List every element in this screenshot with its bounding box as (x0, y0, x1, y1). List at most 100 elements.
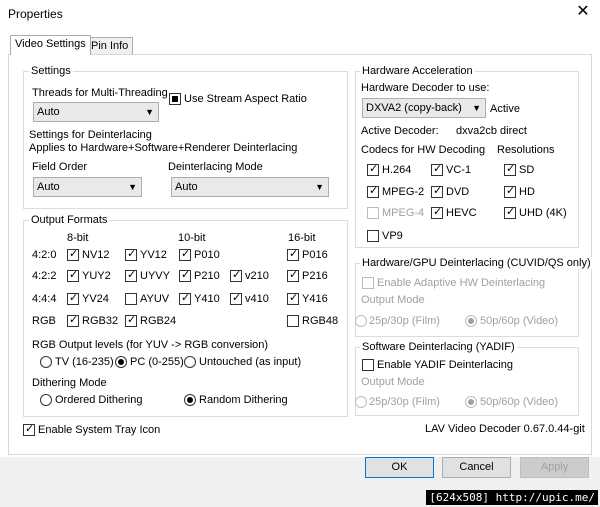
threads-value: Auto (37, 106, 60, 118)
rgb-levels-label: RGB Output levels (for YUV -> RGB conver… (32, 339, 269, 351)
checkmark-icon: ✓ (506, 185, 516, 197)
row-label-422: 4:2:2 (32, 270, 57, 282)
apply-button[interactable]: Apply (520, 457, 589, 478)
threads-label: Threads for Multi-Threading (32, 87, 168, 99)
deint-mode-label: Deinterlacing Mode (168, 161, 263, 173)
pc-levels-radio[interactable] (115, 356, 127, 368)
p010-checkbox[interactable]: ✓ (179, 248, 191, 261)
vc1-label: VC-1 (446, 164, 472, 176)
mpeg2-checkbox[interactable]: ✓ (367, 185, 379, 198)
pc-levels-label: PC (0-255) (130, 356, 184, 368)
yadif-checkbox[interactable] (362, 359, 374, 371)
settings-group-label: Settings (29, 65, 73, 77)
y410-checkbox[interactable]: ✓ (179, 292, 191, 305)
hw-decoder-status: Active (490, 103, 520, 115)
untouched-levels-radio[interactable] (184, 356, 196, 368)
hw-decoder-label: Hardware Decoder to use: (361, 82, 490, 94)
checkmark-icon: ✓ (181, 248, 191, 260)
vc1-checkbox[interactable]: ✓ (431, 163, 443, 176)
checkmark-icon: ✓ (289, 248, 299, 260)
checkmark-icon: ✓ (127, 248, 137, 260)
uhd-checkbox[interactable]: ✓ (504, 206, 516, 219)
aspect-ratio-checkbox[interactable] (169, 93, 181, 105)
v410-checkbox[interactable]: ✓ (230, 292, 242, 305)
tab-video-settings[interactable]: Video Settings (10, 35, 91, 55)
close-icon[interactable]: ✕ (574, 3, 592, 21)
deint-mode-value: Auto (175, 181, 198, 193)
dvd-label: DVD (446, 186, 470, 198)
checkmark-icon: ✓ (232, 269, 242, 281)
hd-checkbox[interactable]: ✓ (504, 185, 516, 198)
v210-checkbox[interactable]: ✓ (230, 269, 242, 282)
p010-label: P010 (194, 249, 220, 261)
sd-label: SD (519, 164, 535, 176)
tv-levels-radio[interactable] (40, 356, 52, 368)
checkmark-icon: ✓ (181, 269, 191, 281)
rgb24-checkbox[interactable]: ✓ (125, 314, 137, 327)
checkmark-icon: ✓ (232, 292, 242, 304)
y416-checkbox[interactable]: ✓ (287, 292, 299, 305)
hw-video-radio[interactable] (465, 315, 477, 327)
sw-output-mode-label: Output Mode (361, 376, 425, 388)
vp9-checkbox[interactable] (367, 230, 379, 242)
hw-film-radio[interactable] (355, 315, 367, 327)
deint-mode-select[interactable]: Auto ▼ (171, 177, 329, 197)
rgb48-checkbox[interactable] (287, 315, 299, 327)
field-order-value: Auto (37, 181, 60, 193)
ordered-dither-radio[interactable] (40, 394, 52, 406)
checkmark-icon: ✓ (369, 163, 379, 175)
uhd-label: UHD (4K) (519, 207, 567, 219)
hevc-checkbox[interactable]: ✓ (431, 206, 443, 219)
aspect-ratio-label: Use Stream Aspect Ratio (184, 93, 307, 105)
dvd-checkbox[interactable]: ✓ (431, 185, 443, 198)
threads-select[interactable]: Auto ▼ (33, 102, 159, 122)
p210-label: P210 (194, 270, 220, 282)
yv12-label: YV12 (140, 249, 167, 261)
tray-icon-checkbox[interactable]: ✓ (23, 423, 35, 436)
tab-pin-info[interactable]: Pin Info (86, 37, 134, 55)
hw-decoder-select[interactable]: DXVA2 (copy-back) ▼ (362, 98, 486, 118)
adaptive-hw-deint-label: Enable Adaptive HW Deinterlacing (377, 277, 546, 289)
resolutions-label: Resolutions (497, 144, 555, 156)
ordered-dither-label: Ordered Dithering (55, 394, 143, 406)
uyvy-checkbox[interactable]: ✓ (125, 269, 137, 282)
p216-checkbox[interactable]: ✓ (287, 269, 299, 282)
chevron-down-icon: ▼ (128, 182, 137, 192)
yuy2-checkbox[interactable]: ✓ (67, 269, 79, 282)
yv12-checkbox[interactable]: ✓ (125, 248, 137, 261)
nv12-checkbox[interactable]: ✓ (67, 248, 79, 261)
h264-label: H.264 (382, 164, 412, 176)
output-formats-label: Output Formats (29, 214, 110, 226)
sw-video-radio[interactable] (465, 396, 477, 408)
p210-checkbox[interactable]: ✓ (179, 269, 191, 282)
h264-checkbox[interactable]: ✓ (367, 163, 379, 176)
field-order-select[interactable]: Auto ▼ (33, 177, 142, 197)
tv-levels-label: TV (16-235) (55, 356, 114, 368)
y416-label: Y416 (302, 293, 328, 305)
ok-button[interactable]: OK (365, 457, 434, 478)
adaptive-hw-deint-checkbox[interactable] (362, 277, 374, 289)
codecs-label: Codecs for HW Decoding (361, 144, 486, 156)
rgb32-checkbox[interactable]: ✓ (67, 314, 79, 327)
p016-checkbox[interactable]: ✓ (287, 248, 299, 261)
cancel-button[interactable]: Cancel (442, 457, 511, 478)
header-8bit: 8-bit (67, 232, 89, 244)
yv24-checkbox[interactable]: ✓ (67, 292, 79, 305)
ayuv-checkbox[interactable] (125, 293, 137, 305)
dither-label: Dithering Mode (32, 377, 107, 389)
hw-output-mode-label: Output Mode (361, 294, 425, 306)
checkmark-icon: ✓ (433, 206, 443, 218)
sw-film-radio[interactable] (355, 396, 367, 408)
checkmark-icon: ✓ (433, 185, 443, 197)
mpeg4-label: MPEG-4 (382, 207, 425, 219)
sw-video-label: 50p/60p (Video) (480, 396, 559, 408)
sd-checkbox[interactable]: ✓ (504, 163, 516, 176)
mpeg4-checkbox[interactable] (367, 207, 379, 219)
version-label: LAV Video Decoder 0.67.0.44-git (425, 423, 585, 435)
field-order-label: Field Order (32, 161, 88, 173)
chevron-down-icon: ▼ (315, 182, 324, 192)
random-dither-radio[interactable] (184, 394, 196, 406)
rgb24-label: RGB24 (140, 315, 177, 327)
yadif-label: Enable YADIF Deinterlacing (377, 359, 513, 371)
checkmark-icon: ✓ (69, 292, 79, 304)
